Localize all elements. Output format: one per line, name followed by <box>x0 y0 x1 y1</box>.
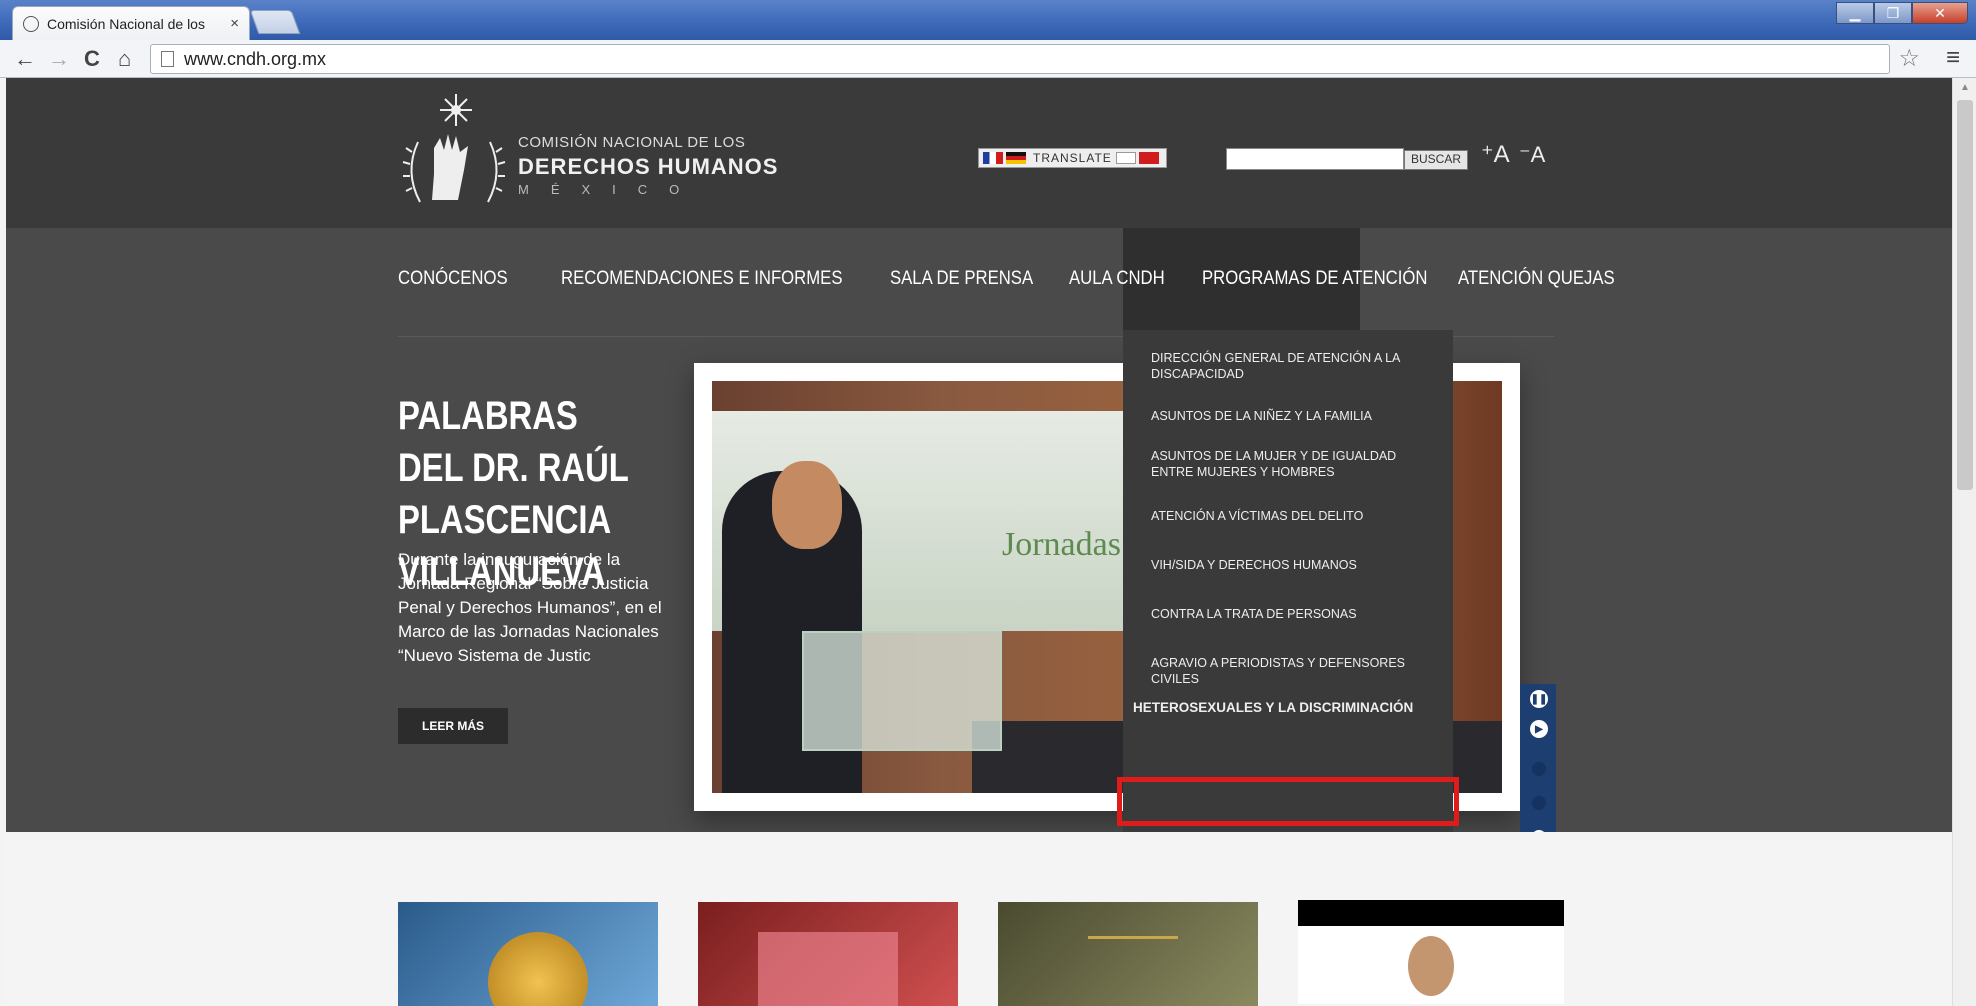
browser-toolbar: ← → C ⌂ www.cndh.org.mx ☆ ≡ <box>0 40 1976 78</box>
hero-text: Durante la inauguración de la Jornada Re… <box>398 550 662 665</box>
main-nav: CONÓCENOS RECOMENDACIONES E INFORMES SAL… <box>398 228 1680 330</box>
dropdown-item-periodistas[interactable]: AGRAVIO A PERIODISTAS Y DEFENSORES CIVIL… <box>1151 655 1441 687</box>
nav-item-recomendaciones[interactable]: RECOMENDACIONES E INFORMES <box>561 268 842 290</box>
page-viewport: COMISIÓN NACIONAL DE LOS DERECHOS HUMANO… <box>6 78 1952 1006</box>
page-scrollbar[interactable]: ▲ <box>1952 78 1976 1006</box>
dropdown-item-vih-sida[interactable]: VIH/SIDA Y DERECHOS HUMANOS <box>1151 557 1441 573</box>
browser-menu-icon[interactable]: ≡ <box>1946 44 1960 72</box>
dropdown-item-trata-personas[interactable]: CONTRA LA TRATA DE PERSONAS <box>1151 606 1441 622</box>
nav-item-aula-cndh[interactable]: AULA CNDH <box>1069 268 1165 290</box>
play-icon[interactable]: ▶ <box>1530 720 1548 738</box>
korea-flag-icon[interactable] <box>1115 152 1136 164</box>
search-input[interactable] <box>1226 148 1404 170</box>
slide-podium <box>802 631 1002 751</box>
slide-banner-text: Jornadas <box>1002 526 1121 563</box>
globe-icon <box>488 932 588 1006</box>
cndh-emblem-icon[interactable] <box>398 92 510 214</box>
dropdown-item-mujer-igualdad[interactable]: ASUNTOS DE LA MUJER Y DE IGUALDAD ENTRE … <box>1151 448 1441 480</box>
minimize-button[interactable]: ▁ <box>1836 2 1874 24</box>
font-increase-button[interactable]: ⁺A <box>1481 140 1510 169</box>
home-icon[interactable]: ⌂ <box>118 46 131 72</box>
nav-item-sala-de-prensa[interactable]: SALA DE PRENSA <box>890 268 1033 290</box>
logo-line-1: COMISIÓN NACIONAL DE LOS <box>518 134 746 151</box>
video-person <box>1408 936 1454 996</box>
maximize-button[interactable]: ❐ <box>1874 2 1912 24</box>
publications-graphic <box>758 932 898 1006</box>
slider-dot[interactable] <box>1532 762 1546 776</box>
translate-label: TRANSLATE <box>1033 151 1112 165</box>
bookmark-star-icon[interactable]: ☆ <box>1898 44 1920 73</box>
new-tab-button[interactable] <box>249 10 301 34</box>
scroll-thumb[interactable] <box>1957 100 1973 490</box>
logo-line-3: MÉXICO <box>518 182 702 197</box>
thumbnail-video[interactable] <box>1298 900 1564 1004</box>
dropdown-item-victimas-delito[interactable]: ATENCIÓN A VÍCTIMAS DEL DELITO <box>1151 508 1441 524</box>
window-controls: ▁ ❐ ✕ <box>1836 2 1968 24</box>
site-favicon-icon <box>23 15 39 32</box>
site-header: COMISIÓN NACIONAL DE LOS DERECHOS HUMANO… <box>6 78 1952 228</box>
pause-icon[interactable]: ❚❚ <box>1530 690 1548 708</box>
slider-dot[interactable] <box>1532 796 1546 810</box>
tab-title: Comisión Nacional de los <box>47 15 205 32</box>
translate-widget[interactable]: TRANSLATE <box>978 148 1167 168</box>
dropdown-item-ninez-familia[interactable]: ASUNTOS DE LA NIÑEZ Y LA FAMILIA <box>1151 408 1441 424</box>
browser-tab[interactable]: Comisión Nacional de los × <box>12 6 250 40</box>
thumbnail-globe[interactable] <box>398 902 658 1006</box>
germany-flag-icon[interactable] <box>1006 152 1026 164</box>
scroll-up-arrow-icon[interactable]: ▲ <box>1960 82 1970 93</box>
turkey-flag-icon[interactable] <box>1138 152 1159 164</box>
content-section <box>6 832 1952 1006</box>
highlight-box <box>1117 777 1459 826</box>
thumbnail-justice[interactable] <box>998 902 1258 1006</box>
font-decrease-button[interactable]: ⁻A <box>1519 142 1545 168</box>
back-arrow-icon[interactable]: ← <box>14 46 36 72</box>
programas-dropdown: DIRECCIÓN GENERAL DE ATENCIÓN A LA DISCA… <box>1123 330 1453 838</box>
logo-line-2: DERECHOS HUMANOS <box>518 154 779 179</box>
dropdown-item-discapacidad[interactable]: DIRECCIÓN GENERAL DE ATENCIÓN A LA DISCA… <box>1151 350 1441 382</box>
slide-face <box>772 461 842 549</box>
nav-item-programas-de-atencion[interactable]: PROGRAMAS DE ATENCIÓN <box>1202 268 1427 290</box>
dropdown-item-heterosexuales[interactable]: HETEROSEXUALES Y LA DISCRIMINACIÓN <box>1133 700 1423 716</box>
france-flag-icon[interactable] <box>983 152 1003 164</box>
reload-icon[interactable]: C <box>84 46 100 72</box>
browser-titlebar: Comisión Nacional de los × ▁ ❐ ✕ <box>0 0 1976 40</box>
forward-arrow-icon[interactable]: → <box>48 46 70 72</box>
thumbnail-publications[interactable] <box>698 902 958 1006</box>
url-text: www.cndh.org.mx <box>184 48 327 69</box>
nav-item-atencion-quejas[interactable]: ATENCIÓN QUEJAS <box>1458 268 1615 290</box>
close-window-button[interactable]: ✕ <box>1912 2 1968 24</box>
search-button[interactable]: BUSCAR <box>1404 150 1469 170</box>
address-bar[interactable]: www.cndh.org.mx <box>150 44 1890 74</box>
scales-icon <box>1088 936 1178 1006</box>
nav-item-conocenos[interactable]: CONÓCENOS <box>398 268 508 290</box>
read-more-button[interactable]: LEER MÁS <box>398 708 508 744</box>
page-icon <box>161 51 174 67</box>
tab-close-icon[interactable]: × <box>230 15 239 32</box>
